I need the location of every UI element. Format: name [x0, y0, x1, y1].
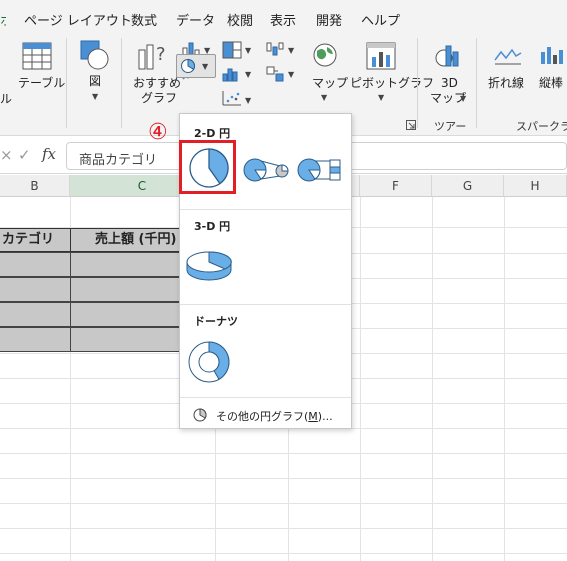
column-header-h[interactable]: H: [504, 175, 567, 197]
illustrations-icon[interactable]: [80, 40, 110, 70]
combo-chart-icon[interactable]: [266, 66, 286, 82]
chevron-down-icon: ▼: [288, 46, 295, 55]
pie-chart-icon: [193, 408, 207, 422]
column-header-f[interactable]: F: [360, 175, 432, 197]
table-cell[interactable]: [0, 277, 71, 302]
table-cell[interactable]: [0, 252, 71, 277]
sparkline-group-label: スパークライ: [516, 120, 567, 133]
donut-option-icon[interactable]: [185, 338, 233, 386]
table-cell[interactable]: [0, 302, 71, 327]
recommended-charts-label-1[interactable]: おすすめ: [133, 76, 181, 90]
table-cell[interactable]: [0, 327, 71, 352]
tab-page-layout[interactable]: ページ レイアウト: [24, 10, 132, 29]
statistic-chart-icon[interactable]: [222, 66, 242, 82]
tab-developer[interactable]: 開発: [316, 10, 342, 29]
ribbon-tab-bar: ホ ページ レイアウト 数式 データ 校閲 表示 開発 ヘルプ: [0, 0, 567, 34]
table-header-category[interactable]: カテゴリ: [0, 228, 71, 252]
hierarchy-chart-icon[interactable]: [222, 41, 242, 59]
pie-of-pie-option-icon[interactable]: [242, 157, 290, 183]
chevron-down-icon: ▼: [245, 70, 252, 79]
recommended-charts-icon[interactable]: ?: [138, 42, 168, 70]
tab-view[interactable]: 表示: [270, 10, 296, 29]
pie-chart-icon: [181, 58, 195, 73]
tab-review[interactable]: 校閲: [227, 10, 253, 29]
insert-function-button[interactable]: fx: [42, 145, 56, 163]
dialog-launcher-icon[interactable]: [406, 120, 416, 130]
sparkline-column-button[interactable]: 縦棒: [539, 76, 563, 90]
chevron-down-icon: ▼: [92, 92, 99, 101]
chevron-down-icon: ▼: [245, 46, 252, 55]
tour-group-label: ツアー: [434, 120, 467, 133]
table-button[interactable]: テーブル: [18, 76, 65, 90]
step-number-annotation: ④: [148, 120, 168, 145]
sparkline-column-icon[interactable]: [539, 44, 567, 66]
section-title-3d-pie: 3-D 円: [194, 220, 231, 233]
tab-home[interactable]: ホ: [0, 10, 6, 26]
bar-of-pie-option-icon[interactable]: [296, 157, 344, 183]
ribbon-edge-label: ル: [0, 92, 13, 106]
column-header-g[interactable]: G: [432, 175, 504, 197]
confirm-entry-button[interactable]: ✓: [18, 146, 31, 164]
selection-highlight-box: [179, 140, 236, 194]
map-icon[interactable]: [312, 42, 338, 68]
tab-data[interactable]: データ: [176, 10, 215, 29]
more-pie-charts-menu-item[interactable]: その他の円グラフ(M)...: [180, 403, 351, 427]
illustrations-button[interactable]: 図: [89, 74, 101, 88]
map-button[interactable]: マップ: [312, 76, 348, 90]
chevron-down-icon: ▼: [321, 93, 328, 102]
3d-map-icon[interactable]: [434, 42, 462, 70]
chevron-down-icon: ▼: [288, 70, 295, 79]
pivot-chart-icon[interactable]: [366, 42, 396, 70]
tab-help[interactable]: ヘルプ: [361, 10, 400, 29]
pivot-chart-button[interactable]: ピボットグラフ: [350, 76, 434, 90]
cancel-entry-button[interactable]: ×: [0, 146, 13, 164]
svg-text:?: ?: [156, 44, 166, 65]
chevron-down-icon: ▼: [460, 94, 467, 103]
chevron-down-icon: ▼: [202, 62, 209, 71]
3d-map-label-1[interactable]: 3D: [441, 76, 458, 90]
chevron-down-icon: ▼: [245, 96, 252, 105]
sparkline-line-icon[interactable]: [494, 46, 522, 66]
more-pie-charts-label: その他の円グラフ(M)...: [216, 410, 333, 423]
tab-formulas[interactable]: 数式: [131, 10, 157, 29]
section-title-donut: ドーナツ: [194, 315, 238, 328]
table-icon[interactable]: [22, 42, 52, 70]
pie-3d-option-icon[interactable]: [185, 246, 235, 282]
sparkline-line-button[interactable]: 折れ線: [488, 76, 524, 90]
waterfall-chart-icon[interactable]: [266, 41, 286, 59]
recommended-charts-label-2[interactable]: グラフ: [141, 91, 177, 105]
scatter-chart-icon[interactable]: [222, 90, 242, 106]
section-title-2d-pie: 2-D 円: [194, 127, 231, 140]
chevron-down-icon: ▼: [378, 93, 385, 102]
column-header-b[interactable]: B: [0, 175, 70, 197]
